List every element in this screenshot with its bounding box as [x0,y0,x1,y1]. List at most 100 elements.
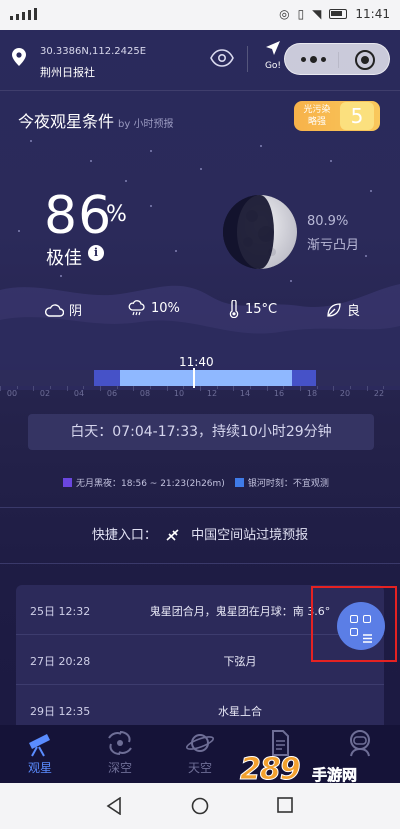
go-label: Go! [264,61,282,71]
timeline-now-label: 11:40 [179,355,214,369]
star [90,160,92,162]
star [370,190,372,192]
legend-moonless: 无月黑夜：18:56 ~ 21:23(2h26m) [76,479,225,489]
nav-item-sky[interactable]: 天空 [170,729,230,776]
location-header: 30.3386N,112.2425E 荆州日报社 Go! [0,30,400,90]
light-pollution-badge[interactable]: 光污染 略强 5 [294,101,380,131]
eye-icon[interactable] [210,48,234,68]
watermark-number: 289 [240,752,302,788]
timeline-tick-label: 02 [39,389,51,398]
event-date: 25日 12:32 [30,605,91,618]
light-pollution-label: 光污染 略强 [302,104,332,128]
nav-label: 深空 [107,761,132,775]
weather-temperature-label: 15°C [245,301,278,317]
list-item[interactable]: 29日 12:35 水星上合 [16,685,384,725]
star [18,230,20,232]
moon-illumination: 80.9% [307,214,349,229]
quick-entry-label: 快捷入口： [91,528,157,543]
weather-air-quality: 良 [326,300,360,319]
leaf-icon [327,302,341,317]
navigation-arrow-icon [266,41,280,55]
home-icon[interactable] [191,797,209,815]
location-coords[interactable]: 30.3386N,112.2425E [40,46,146,57]
back-icon[interactable] [106,797,122,815]
timeline-now-marker [193,368,195,388]
timeline-day-segment [120,370,292,386]
cloud-icon [45,303,64,317]
legend-milky-way: 银河时刻：不宜观测 [247,479,329,489]
space-station-link[interactable]: 中国空间站过境预报 [191,528,308,543]
timeline-dusk-segment [292,370,316,386]
timeline-dawn-segment [94,370,120,386]
timeline-tick-label: 08 [139,389,151,398]
status-bar: ◎ ▯ ◥ 11:41 [0,0,400,30]
timeline-tick-label: 20 [339,389,351,398]
battery-icon [329,9,348,19]
nav-item-stargazing[interactable]: 观星 [10,729,70,776]
planet-icon [185,734,215,752]
page-subtitle: by 小时预报 [118,119,174,130]
star [365,255,367,257]
star [125,180,127,182]
moon-phase-image [223,195,297,269]
system-nav-bar [0,783,400,829]
weather-cloud: 阴 [44,300,82,319]
stargazing-score: 86 [44,186,113,246]
star [175,250,177,252]
star [200,168,202,170]
recents-icon[interactable] [277,797,293,813]
score-unit: % [106,202,127,227]
divider [0,507,400,508]
nav-label: 观星 [27,761,52,775]
timeline-tick-label: 04 [73,389,85,398]
star [260,145,262,147]
event-text: 水星上合 [218,705,262,718]
highlight-box [311,586,397,662]
info-icon[interactable]: i [88,245,104,261]
divider [247,46,248,72]
miniprogram-capsule [284,43,390,75]
divider [0,563,400,564]
timeline-tick-label: 00 [6,389,18,398]
nav-item-deep-sky[interactable]: 深空 [90,729,150,776]
location-name[interactable]: 荆州日报社 [40,64,95,80]
go-button[interactable]: Go! [262,40,284,71]
star [150,205,152,207]
light-pollution-label-line2: 略强 [307,117,326,127]
wifi-icon: ◥ [312,7,322,21]
rain-chance-icon [128,300,145,316]
thermometer-icon [229,300,239,318]
star [330,160,332,162]
page-title-text: 今夜观星条件 [18,112,115,131]
galaxy-icon [108,731,132,755]
signal-icon [10,8,37,20]
score-quality: 极佳 [46,248,82,269]
divider [0,90,400,91]
light-pollution-label-line1: 光污染 [303,105,331,115]
timeline-tick-label: 12 [206,389,218,398]
location-pin-icon[interactable] [12,48,26,66]
nav-label: 天空 [187,761,212,775]
alarm-icon: ◎ [279,7,290,21]
legend-milky-way-swatch [234,478,244,487]
timeline-tick-label: 16 [273,389,285,398]
star [30,140,32,142]
more-menu-icon[interactable] [301,56,326,63]
quick-entry: 快捷入口： 中国空间站过境预报 [0,524,400,544]
page-title: 今夜观星条件 by 小时预报 [18,108,173,132]
close-miniprogram-icon[interactable] [355,50,375,70]
weather-rain-label: 10% [151,300,180,316]
event-date: 27日 20:28 [30,655,91,668]
legend-moonless-swatch [63,478,72,487]
weather-air-label: 良 [347,304,361,319]
timeline-tick-label: 14 [239,389,251,398]
event-date: 29日 12:35 [30,705,91,718]
timeline-tick-label: 06 [106,389,118,398]
watermark-text: 手游网 [312,766,358,785]
light-pollution-value: 5 [340,102,374,130]
moon-phase: 渐亏凸月 [307,238,360,253]
weather-cloud-label: 阴 [69,304,83,319]
telescope-icon [29,734,50,757]
vibrate-icon: ▯ [297,7,305,21]
timeline-tick-label: 10 [173,389,185,398]
